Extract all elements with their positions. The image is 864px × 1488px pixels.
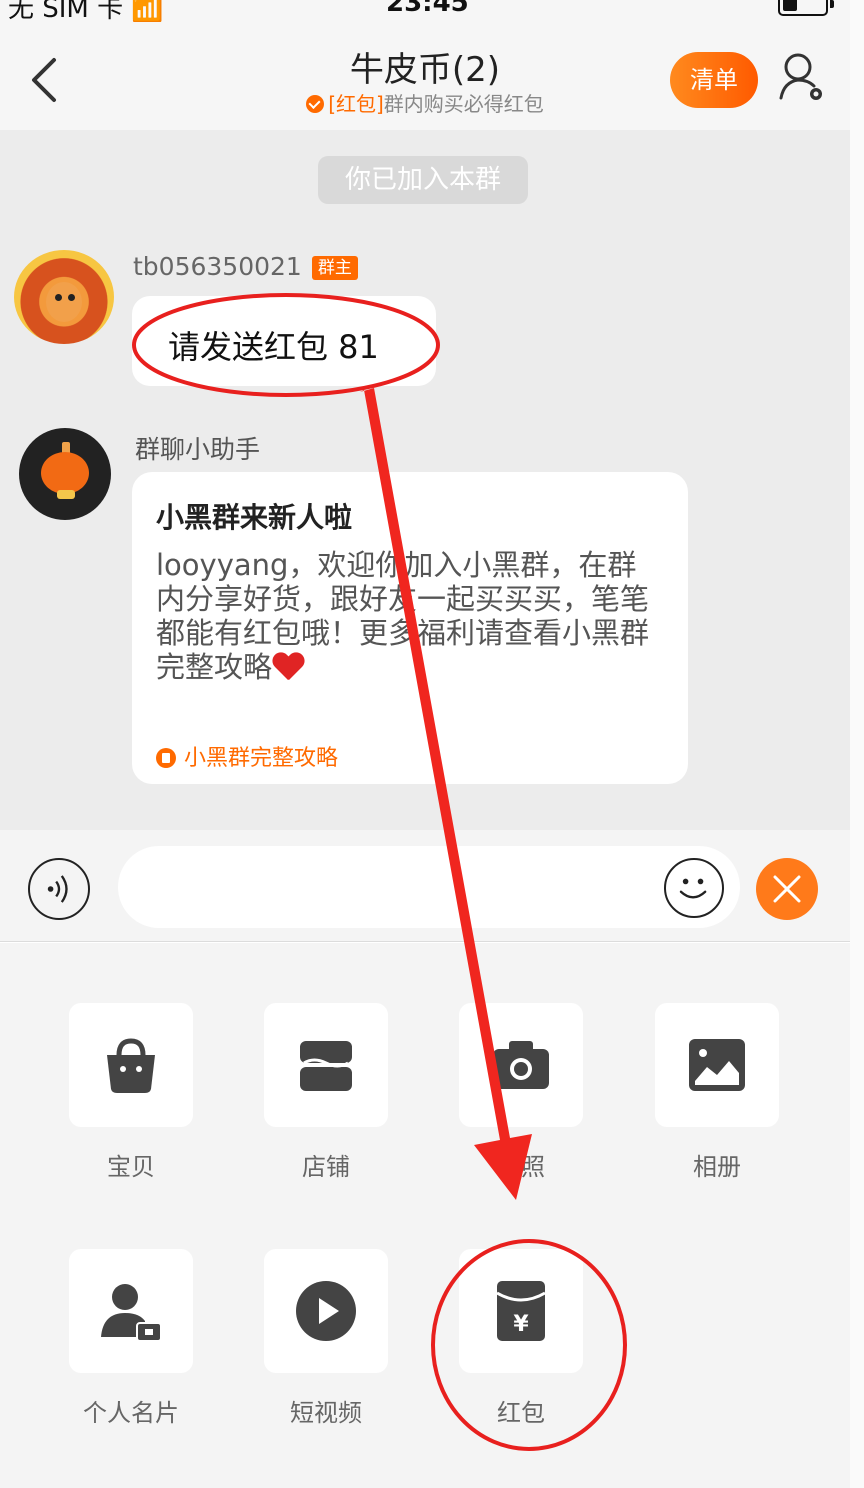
contact-card-icon xyxy=(101,1284,162,1342)
wifi-icon: 📶 xyxy=(131,0,164,24)
tool-item-shop[interactable]: 店铺 xyxy=(264,1003,388,1182)
bow-tie xyxy=(57,490,75,499)
tool-tile[interactable] xyxy=(264,1249,388,1373)
tool-item-video[interactable]: 短视频 xyxy=(264,1249,388,1428)
check-icon xyxy=(306,95,325,113)
tool-panel: 宝贝 店铺 拍照 相册 个人名片 短视频 ¥ 红包 xyxy=(0,943,850,1488)
status-bar: 无 SIM 卡 📶 23:45 xyxy=(0,0,850,24)
subtitle-tag: [红包] xyxy=(328,92,384,116)
camera-icon xyxy=(493,1041,549,1089)
chat-area[interactable]: 你已加入本群 tb056350021 群主 请发送红包 81 群聊小助手 小黑群来… xyxy=(0,130,850,830)
tool-item-red-packet[interactable]: ¥ 红包 xyxy=(459,1249,583,1428)
screen-edge xyxy=(850,0,864,1488)
document-icon xyxy=(156,748,176,768)
assistant-avatar[interactable] xyxy=(19,428,111,520)
avatar-eye xyxy=(68,294,75,301)
battery-tip xyxy=(830,0,834,8)
sender-name: tb056350021 群主 xyxy=(133,252,358,281)
tool-label: 宝贝 xyxy=(107,1153,155,1181)
message-text: 请发送红包 81 xyxy=(168,328,379,366)
group-settings-icon[interactable] xyxy=(778,50,828,106)
tool-tile[interactable] xyxy=(459,1003,583,1127)
tool-item-album[interactable]: 相册 xyxy=(655,1003,779,1182)
video-icon xyxy=(296,1281,356,1341)
tool-label: 拍照 xyxy=(497,1153,545,1181)
voice-icon[interactable] xyxy=(28,858,90,920)
list-button[interactable]: 清单 xyxy=(670,52,758,108)
tool-tile[interactable] xyxy=(655,1003,779,1127)
tool-tile[interactable] xyxy=(69,1003,193,1127)
tool-label: 短视频 xyxy=(290,1399,362,1427)
avatar[interactable] xyxy=(14,250,114,344)
battery-icon xyxy=(778,0,828,16)
tool-label: 红包 xyxy=(497,1399,545,1427)
tool-item-contact-card[interactable]: 个人名片 xyxy=(69,1249,193,1428)
chat-header: 牛皮币(2) [红包]群内购买必得红包 清单 xyxy=(0,22,850,130)
tool-tile[interactable] xyxy=(69,1249,193,1373)
album-icon xyxy=(689,1039,745,1091)
card-title: 小黑群来新人啦 xyxy=(156,501,353,534)
subtitle-text: 群内购买必得红包 xyxy=(383,92,544,116)
avatar-face xyxy=(46,282,82,322)
bag-icon xyxy=(107,1038,155,1093)
input-bar xyxy=(0,830,850,942)
tool-item-camera[interactable]: 拍照 xyxy=(459,1003,583,1182)
tool-item-goods[interactable]: 宝贝 xyxy=(69,1003,193,1182)
tool-label: 个人名片 xyxy=(83,1399,179,1427)
red-packet-icon: ¥ xyxy=(496,1281,546,1341)
message-input[interactable] xyxy=(118,846,740,928)
guide-link[interactable]: 小黑群完整攻略 xyxy=(156,740,338,772)
close-panel-icon[interactable] xyxy=(756,858,818,920)
avatar-eye xyxy=(55,294,62,301)
svg-text:¥: ¥ xyxy=(513,1312,529,1337)
card-body: looyyang，欢迎你加入小黑群，在群内分享好货，跟好友一起买买买，笔笔都能有… xyxy=(156,548,650,684)
tool-tile[interactable]: ¥ xyxy=(459,1249,583,1373)
status-time: 23:45 xyxy=(386,0,469,18)
pumpkin-icon xyxy=(41,452,89,494)
heart-icon xyxy=(272,651,304,681)
system-tip: 你已加入本群 xyxy=(318,156,528,204)
tool-label: 店铺 xyxy=(302,1153,350,1181)
owner-badge: 群主 xyxy=(311,256,358,280)
shop-icon xyxy=(300,1041,352,1091)
emoji-icon[interactable] xyxy=(664,858,724,918)
sender-name: 群聊小助手 xyxy=(135,435,261,464)
tool-label: 相册 xyxy=(693,1153,741,1181)
tool-tile[interactable] xyxy=(264,1003,388,1127)
